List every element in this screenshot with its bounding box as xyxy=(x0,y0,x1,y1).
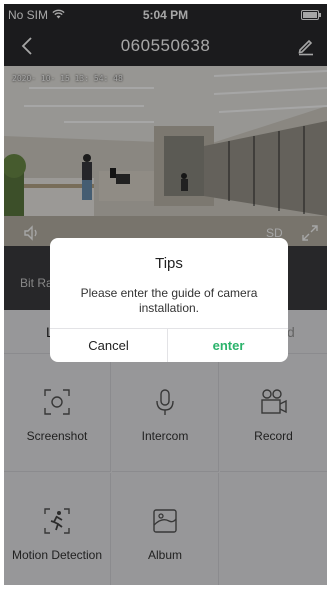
cancel-button[interactable]: Cancel xyxy=(50,329,168,362)
dialog-title: Tips xyxy=(155,255,183,272)
enter-button[interactable]: enter xyxy=(169,329,288,362)
app-screen: No SIM 5:04 PM 060550638 2020- 10- 15 13… xyxy=(4,4,327,585)
dialog-message: Please enter the guide of camera install… xyxy=(80,286,258,315)
tips-dialog: Tips Please enter the guide of camera in… xyxy=(50,238,288,362)
dialog-actions: Cancel enter xyxy=(50,328,288,362)
